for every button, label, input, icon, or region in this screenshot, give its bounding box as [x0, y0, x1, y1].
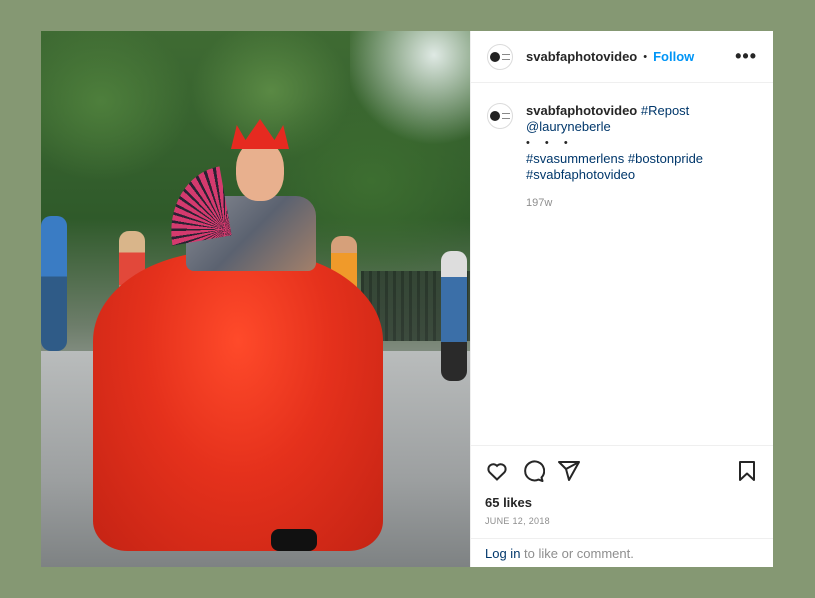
- heart-icon[interactable]: [485, 459, 509, 483]
- more-options-icon[interactable]: •••: [735, 46, 757, 67]
- black-shoe: [271, 529, 317, 551]
- post-date: JUNE 12, 2018: [485, 516, 550, 526]
- post-header: svabfaphotovideo • Follow •••: [471, 31, 773, 83]
- bookmark-icon[interactable]: [735, 459, 759, 483]
- header-separator: •: [643, 50, 648, 63]
- red-tulle-skirt: [93, 251, 383, 551]
- mention-link[interactable]: @lauryneberle: [526, 119, 611, 134]
- photo-bystander: [441, 251, 467, 381]
- caption-text: svabfaphotovideo #Repost @lauryneberle •…: [526, 103, 703, 211]
- post-photo[interactable]: [41, 31, 470, 567]
- hashtag-repost[interactable]: #Repost: [641, 103, 689, 118]
- comment-icon[interactable]: [521, 459, 545, 483]
- caption-dots: • • •: [526, 137, 574, 149]
- caption-time: 197w: [526, 197, 553, 209]
- avatar[interactable]: [487, 43, 513, 70]
- paper-plane-icon[interactable]: [557, 459, 581, 483]
- hashtags-line-1[interactable]: #svasummerlens #bostonpride: [526, 151, 703, 166]
- header-username[interactable]: svabfaphotovideo: [526, 49, 637, 64]
- caption-row: svabfaphotovideo #Repost @lauryneberle •…: [487, 103, 757, 211]
- follow-button[interactable]: Follow: [653, 49, 694, 64]
- login-suffix: to like or comment.: [520, 545, 634, 561]
- caption-username[interactable]: svabfaphotovideo: [526, 103, 637, 118]
- action-bar: [471, 445, 773, 495]
- photo-sky: [350, 31, 470, 151]
- likes-count[interactable]: 65 likes: [471, 495, 773, 510]
- login-bar: Log in to like or comment.: [471, 538, 773, 567]
- post-sidebar: svabfaphotovideo • Follow ••• svabfaphot…: [470, 31, 773, 567]
- instagram-post: svabfaphotovideo • Follow ••• svabfaphot…: [41, 31, 773, 567]
- photo-bystander: [41, 216, 67, 351]
- caption-area: svabfaphotovideo #Repost @lauryneberle •…: [471, 83, 773, 445]
- login-link[interactable]: Log in: [485, 546, 520, 561]
- hashtags-line-2[interactable]: #svabfaphotovideo: [526, 167, 635, 182]
- person-head: [236, 141, 284, 201]
- caption-avatar[interactable]: [487, 103, 513, 129]
